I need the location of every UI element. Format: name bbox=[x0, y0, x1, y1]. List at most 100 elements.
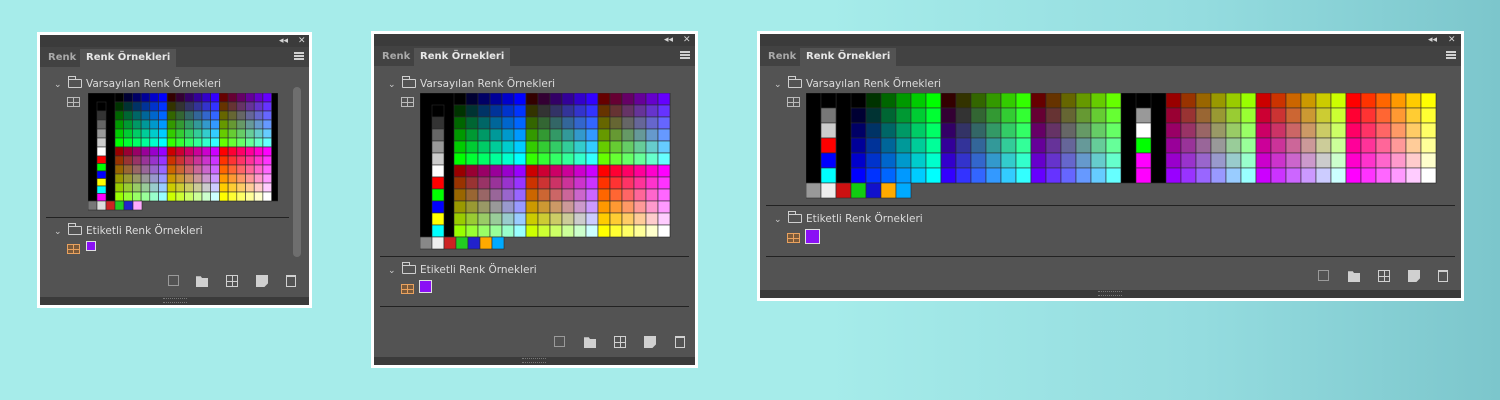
color-swatch[interactable] bbox=[245, 101, 255, 112]
tab-renk[interactable]: Renk bbox=[42, 49, 82, 67]
color-swatch[interactable] bbox=[573, 176, 587, 190]
gray-swatch[interactable] bbox=[96, 128, 107, 139]
color-swatch[interactable] bbox=[501, 200, 515, 214]
color-swatch[interactable] bbox=[1390, 137, 1407, 154]
color-swatch[interactable] bbox=[184, 164, 194, 175]
color-group-icon[interactable] bbox=[787, 97, 800, 107]
color-swatch[interactable] bbox=[201, 137, 211, 148]
color-swatch[interactable] bbox=[477, 152, 491, 166]
folder-icon[interactable] bbox=[584, 337, 596, 348]
color-swatch[interactable] bbox=[465, 200, 479, 214]
color-swatch[interactable] bbox=[1375, 122, 1392, 139]
color-swatch[interactable] bbox=[193, 155, 203, 166]
color-swatch[interactable] bbox=[561, 152, 575, 166]
color-swatch[interactable] bbox=[645, 212, 659, 226]
color-swatch[interactable] bbox=[123, 110, 133, 121]
color-swatch[interactable] bbox=[1420, 122, 1437, 139]
color-swatch[interactable] bbox=[645, 128, 659, 142]
color-swatch[interactable] bbox=[149, 110, 159, 121]
chevron-down-icon[interactable]: ⌄ bbox=[54, 77, 64, 93]
color-swatch[interactable] bbox=[1060, 122, 1077, 139]
color-swatch[interactable] bbox=[184, 182, 194, 193]
color-swatch[interactable] bbox=[573, 164, 587, 178]
color-swatch[interactable] bbox=[166, 110, 177, 121]
color-swatch[interactable] bbox=[970, 93, 987, 109]
color-swatch[interactable] bbox=[193, 128, 203, 139]
color-swatch[interactable] bbox=[925, 167, 942, 184]
color-swatch[interactable] bbox=[1195, 93, 1212, 109]
color-swatch[interactable] bbox=[489, 176, 503, 190]
color-swatch[interactable] bbox=[166, 93, 177, 103]
color-swatch[interactable] bbox=[245, 137, 255, 148]
color-swatch[interactable] bbox=[1000, 107, 1017, 124]
color-swatch[interactable] bbox=[585, 200, 599, 214]
color-swatch[interactable] bbox=[850, 137, 867, 154]
color-swatch[interactable] bbox=[132, 155, 142, 166]
color-swatch[interactable] bbox=[1270, 137, 1287, 154]
color-swatch[interactable] bbox=[880, 137, 897, 154]
color-swatch[interactable] bbox=[657, 224, 671, 238]
color-swatch[interactable] bbox=[537, 200, 551, 214]
color-swatch[interactable] bbox=[501, 176, 515, 190]
color-swatch[interactable] bbox=[1405, 152, 1422, 169]
color-swatch[interactable] bbox=[114, 182, 124, 193]
color-swatch[interactable] bbox=[175, 110, 185, 121]
color-swatch[interactable] bbox=[955, 152, 972, 169]
close-icon[interactable]: ✕ bbox=[1448, 34, 1456, 46]
color-swatch[interactable] bbox=[236, 164, 246, 175]
color-swatch[interactable] bbox=[621, 212, 635, 226]
color-swatch[interactable] bbox=[561, 224, 575, 238]
color-swatch[interactable] bbox=[1330, 167, 1347, 184]
color-swatch[interactable] bbox=[513, 116, 527, 130]
color-swatch[interactable] bbox=[513, 104, 527, 118]
color-swatch[interactable] bbox=[985, 137, 1002, 154]
color-swatch[interactable] bbox=[597, 224, 611, 238]
color-swatch[interactable] bbox=[201, 119, 211, 130]
color-swatch[interactable] bbox=[253, 128, 264, 139]
color-swatch[interactable] bbox=[166, 173, 177, 184]
color-swatch[interactable] bbox=[210, 128, 220, 139]
color-swatch[interactable] bbox=[158, 137, 168, 148]
color-swatch[interactable] bbox=[245, 173, 255, 184]
color-swatch[interactable] bbox=[219, 173, 229, 184]
color-swatch[interactable] bbox=[1225, 107, 1242, 124]
color-swatch[interactable] bbox=[1390, 107, 1407, 124]
color-swatch[interactable] bbox=[175, 146, 185, 157]
color-swatch[interactable] bbox=[561, 104, 575, 118]
color-swatch[interactable] bbox=[1225, 152, 1242, 169]
color-swatch[interactable] bbox=[501, 212, 515, 226]
color-swatch[interactable] bbox=[193, 164, 203, 175]
color-swatch[interactable] bbox=[123, 191, 133, 202]
group-header-default[interactable]: ⌄ Varsayılan Renk Örnekleri bbox=[388, 76, 555, 92]
color-swatch[interactable] bbox=[253, 164, 264, 175]
color-swatch[interactable] bbox=[585, 140, 599, 154]
color-swatch[interactable] bbox=[985, 122, 1002, 139]
color-swatch[interactable] bbox=[253, 146, 264, 157]
color-swatch[interactable] bbox=[1075, 152, 1092, 169]
color-swatch[interactable] bbox=[219, 110, 229, 121]
color-swatch[interactable] bbox=[501, 152, 515, 166]
color-swatch[interactable] bbox=[1075, 137, 1092, 154]
color-swatch[interactable] bbox=[123, 93, 133, 103]
gradient-swatch[interactable] bbox=[865, 182, 882, 199]
color-swatch[interactable] bbox=[573, 224, 587, 238]
color-swatch[interactable] bbox=[597, 128, 611, 142]
color-swatch[interactable] bbox=[132, 182, 142, 193]
color-swatch[interactable] bbox=[465, 212, 479, 226]
gradient-swatch[interactable] bbox=[455, 236, 469, 250]
color-swatch[interactable] bbox=[1375, 137, 1392, 154]
primary-swatch[interactable] bbox=[431, 200, 445, 214]
color-swatch[interactable] bbox=[985, 167, 1002, 184]
color-swatch[interactable] bbox=[609, 152, 623, 166]
default-swatch-grid[interactable] bbox=[806, 93, 1446, 201]
color-swatch[interactable] bbox=[585, 164, 599, 178]
color-swatch[interactable] bbox=[193, 101, 203, 112]
color-swatch[interactable] bbox=[573, 116, 587, 130]
color-swatch[interactable] bbox=[123, 119, 133, 130]
color-swatch[interactable] bbox=[210, 137, 220, 148]
color-swatch[interactable] bbox=[1270, 93, 1287, 109]
color-swatch[interactable] bbox=[140, 119, 151, 130]
color-swatch[interactable] bbox=[1390, 167, 1407, 184]
color-swatch[interactable] bbox=[453, 200, 467, 214]
color-swatch[interactable] bbox=[453, 176, 467, 190]
